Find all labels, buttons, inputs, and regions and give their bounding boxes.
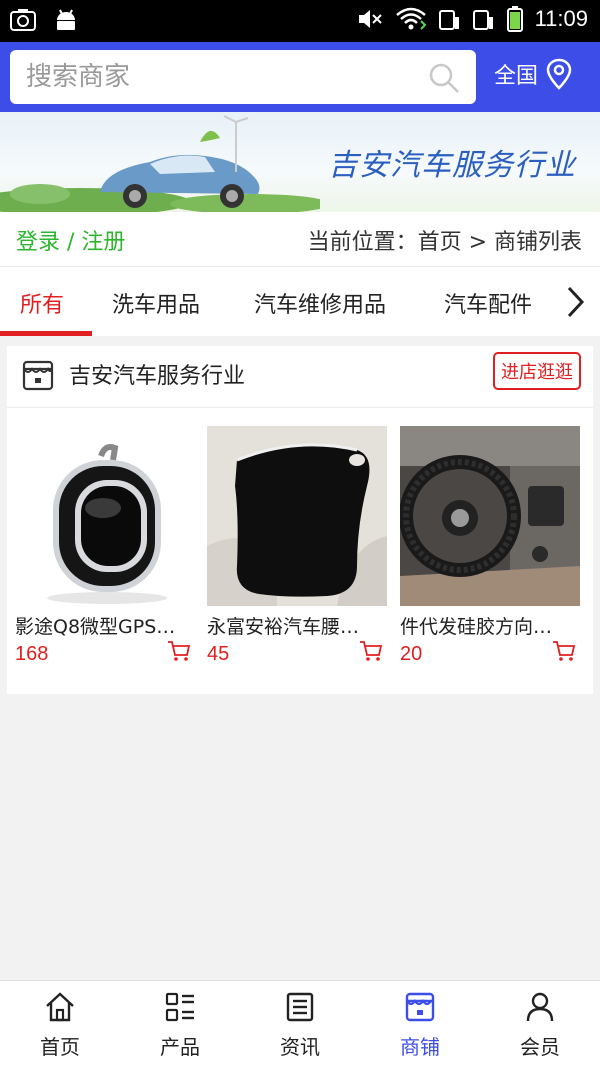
product-name[interactable]: 影途Q8微型GPS… (15, 612, 193, 639)
store-icon (22, 360, 54, 391)
shop-name: 吉安汽车服务行业 (69, 364, 246, 389)
grid-list-icon (165, 992, 194, 1022)
cart-icon[interactable] (359, 640, 383, 662)
tab-all[interactable]: 所有 (20, 287, 64, 319)
product-image[interactable] (207, 426, 387, 606)
nav-item-news[interactable]: 资讯 (240, 981, 360, 1067)
home-icon (46, 992, 74, 1022)
nav-label: 会员 (520, 1035, 560, 1059)
gps-tracker-image (47, 444, 167, 604)
search-box[interactable] (10, 50, 476, 104)
nav-item-home[interactable]: 首页 (0, 981, 120, 1067)
product-image[interactable] (15, 426, 195, 606)
active-tab-indicator (0, 331, 92, 336)
mute-icon (358, 10, 382, 28)
tab-car-repair-supplies[interactable]: 汽车维修用品 (254, 287, 386, 319)
nav-label: 首页 (40, 1035, 80, 1059)
breadcrumb: 当前位置：首页 > 商铺列表 (307, 230, 582, 255)
shop-card: 吉安汽车服务行业 进店逛逛 影途Q8微型GPS… 168 永富安裕汽车腰… 45… (7, 346, 593, 694)
tab-car-wash-supplies[interactable]: 洗车用品 (112, 287, 200, 319)
status-bar: 11:09 (0, 0, 600, 42)
nav-label: 产品 (160, 1035, 200, 1059)
product-name[interactable]: 永富安裕汽车腰… (207, 612, 385, 639)
region-label: 全国 (494, 64, 539, 89)
search-icon[interactable] (428, 62, 460, 94)
nav-item-member[interactable]: 会员 (480, 981, 600, 1067)
product-item[interactable]: 影途Q8微型GPS… 168 (15, 426, 195, 666)
screenshot-icon (10, 9, 36, 31)
cart-icon[interactable] (552, 640, 576, 662)
news-icon (286, 992, 314, 1022)
tab-car-parts[interactable]: 汽车配件 (444, 287, 532, 319)
status-time: 11:09 (534, 6, 588, 31)
nav-label: 资讯 (280, 1035, 320, 1059)
product-name[interactable]: 件代发硅胶方向… (400, 612, 578, 639)
store-icon (405, 992, 435, 1022)
search-header: 全国 (0, 42, 600, 112)
cart-icon[interactable] (167, 640, 191, 662)
breadcrumb-row: 登录 / 注册 当前位置：首页 > 商铺列表 (0, 212, 600, 266)
lumbar-cushion-image (207, 426, 387, 606)
banner[interactable]: 吉安汽车服务行业 (0, 112, 600, 212)
signal-icon-2 (472, 10, 493, 30)
nav-item-products[interactable]: 产品 (120, 981, 240, 1067)
user-icon (526, 992, 554, 1022)
search-input[interactable] (26, 50, 416, 104)
nav-label: 商铺 (400, 1035, 440, 1059)
battery-icon (506, 6, 523, 32)
signal-icon-1 (438, 10, 459, 30)
steering-wheel-cover-image (400, 426, 580, 606)
chevron-right-icon[interactable] (564, 285, 586, 319)
category-tabs: 所有 洗车用品 汽车维修用品 汽车配件 (0, 266, 600, 336)
shop-header: 吉安汽车服务行业 进店逛逛 (7, 346, 593, 408)
product-item[interactable]: 件代发硅胶方向… 20 (400, 426, 580, 666)
product-item[interactable]: 永富安裕汽车腰… 45 (207, 426, 387, 666)
visit-shop-button[interactable]: 进店逛逛 (493, 352, 581, 390)
region-selector[interactable]: 全国 (494, 58, 574, 90)
login-register-link[interactable]: 登录 / 注册 (16, 224, 125, 256)
android-icon (57, 9, 75, 30)
banner-car-illustration (0, 115, 320, 212)
nav-item-stores[interactable]: 商铺 (360, 981, 480, 1067)
location-pin-icon (546, 58, 572, 90)
wifi-icon (395, 7, 426, 30)
product-image[interactable] (400, 426, 580, 606)
bottom-nav: 首页 产品 资讯 商铺 会员 (0, 980, 600, 1067)
banner-title: 吉安汽车服务行业 (328, 148, 576, 183)
